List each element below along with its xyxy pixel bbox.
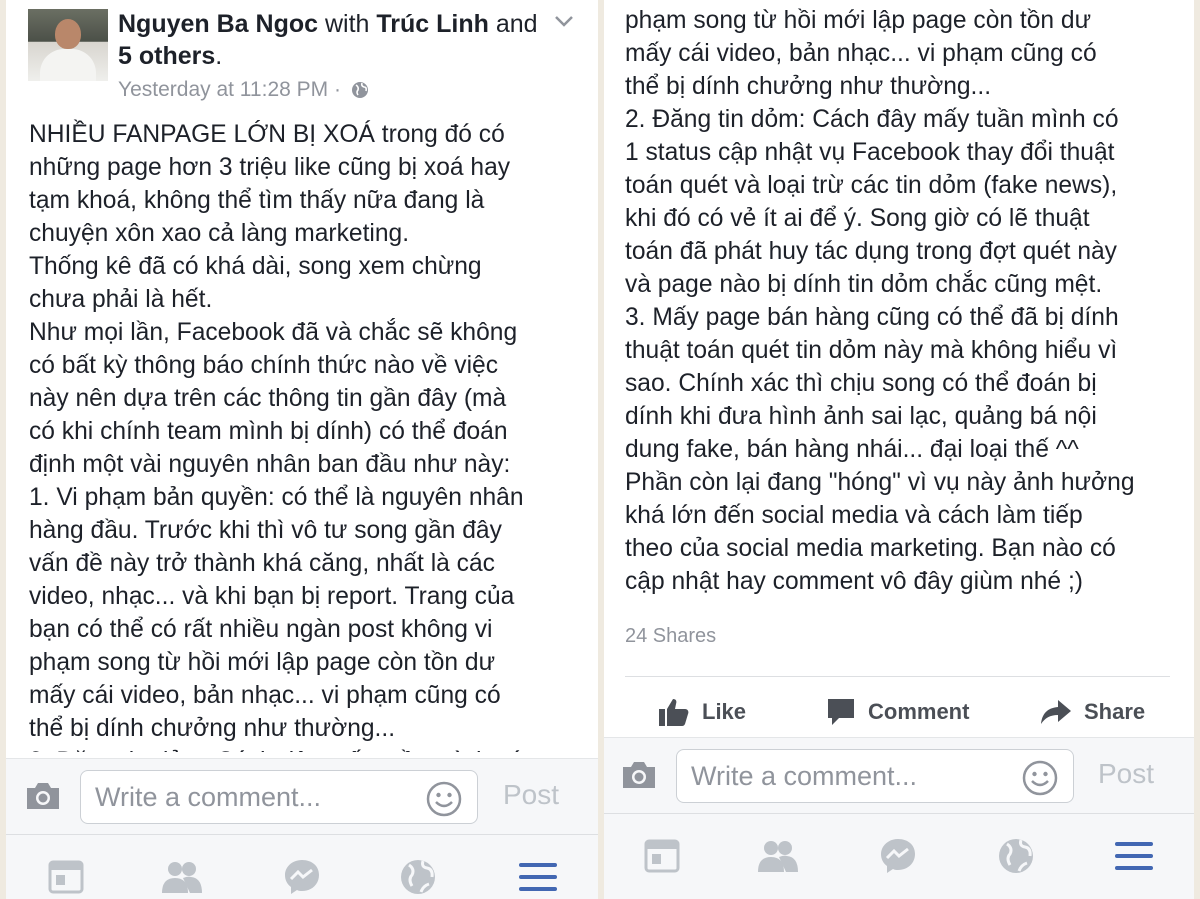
author-name[interactable]: Nguyen Ba Ngoc: [118, 10, 318, 38]
comment-composer: Post: [604, 737, 1194, 813]
comment-button[interactable]: Comment: [826, 690, 969, 734]
globe-notifications-icon[interactable]: [396, 855, 440, 899]
post-comment-button[interactable]: Post: [503, 779, 559, 811]
camera-icon[interactable]: [24, 781, 62, 811]
post-comment-button[interactable]: Post: [1098, 758, 1154, 790]
emoji-icon[interactable]: [1022, 760, 1058, 796]
share-button[interactable]: Share: [1040, 690, 1145, 734]
messenger-icon[interactable]: [876, 834, 920, 878]
others-link[interactable]: 5 others: [118, 42, 215, 70]
emoji-icon[interactable]: [426, 781, 462, 817]
post-panel-left: Nguyen Ba Ngoc with Trúc Linh and 5 othe…: [6, 0, 598, 899]
post-meta: Yesterday at 11:28 PM ·: [118, 78, 369, 102]
comment-label: Comment: [868, 699, 970, 724]
post-actions: Like Comment Share: [604, 690, 1194, 736]
shares-count[interactable]: 24 Shares: [625, 625, 716, 648]
post-panel-right: phạm song từ hồi mới lập page còn tồn dư…: [604, 0, 1194, 899]
news-feed-icon[interactable]: [44, 855, 88, 899]
globe-notifications-icon[interactable]: [994, 834, 1038, 878]
camera-icon[interactable]: [620, 760, 658, 790]
tagged-friend[interactable]: Trúc Linh: [376, 10, 489, 38]
chevron-down-icon[interactable]: [554, 14, 574, 28]
post-body-continued: phạm song từ hồi mới lập page còn tồn dư…: [625, 7, 1135, 595]
like-button[interactable]: Like: [658, 690, 746, 734]
menu-icon[interactable]: [1112, 834, 1156, 878]
author-period: .: [215, 42, 223, 70]
thumbs-up-icon: [659, 699, 689, 726]
comment-input[interactable]: [676, 749, 1074, 803]
like-label: Like: [702, 699, 747, 724]
post-body: NHIỀU FANPAGE LỚN BỊ XOÁ trong đó có nhữ…: [29, 121, 524, 752]
comment-input[interactable]: [80, 770, 478, 824]
friends-icon[interactable]: [160, 855, 204, 899]
and-word: and: [495, 10, 538, 38]
post-timestamp[interactable]: Yesterday at 11:28 PM: [118, 78, 328, 101]
news-feed-icon[interactable]: [640, 834, 684, 878]
share-label: Share: [1084, 699, 1146, 724]
with-word: with: [324, 10, 370, 38]
bottom-nav: [6, 834, 598, 899]
globe-icon: [351, 82, 368, 98]
divider: [625, 676, 1170, 677]
post-author-line: Nguyen Ba Ngoc with Trúc Linh and 5 othe…: [118, 8, 538, 72]
menu-icon[interactable]: [516, 855, 560, 899]
meta-separator: ·: [333, 78, 341, 101]
friends-icon[interactable]: [756, 834, 800, 878]
messenger-icon[interactable]: [280, 855, 324, 899]
comment-composer: Post: [6, 758, 598, 834]
avatar[interactable]: [28, 9, 108, 81]
share-arrow-icon: [1041, 700, 1071, 724]
bottom-nav: [604, 813, 1194, 899]
comment-bubble-icon: [828, 699, 854, 725]
